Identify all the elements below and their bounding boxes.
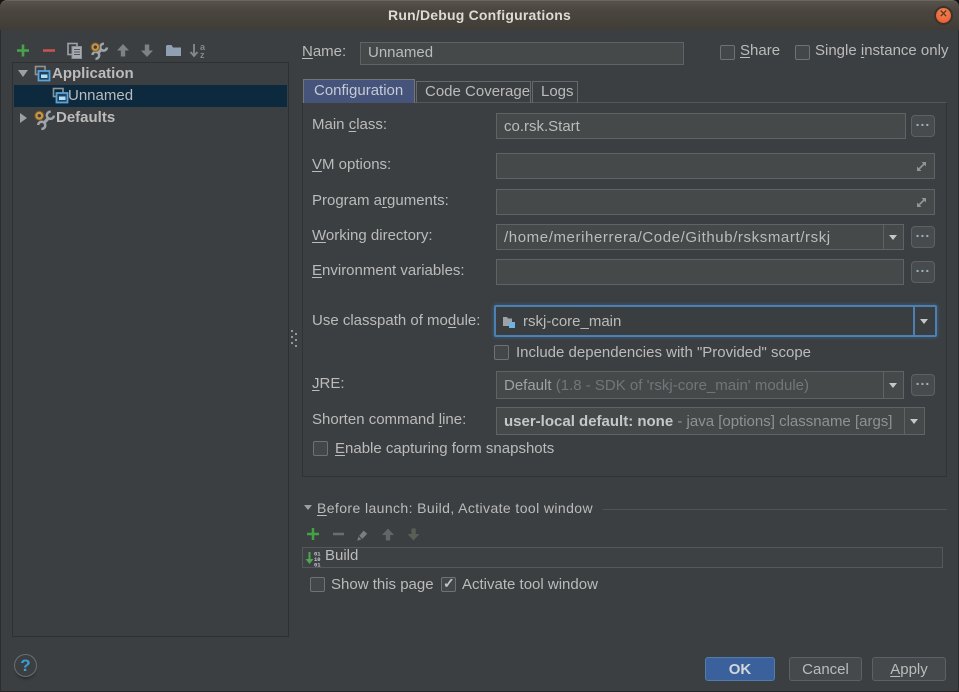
svg-text:z: z bbox=[200, 50, 205, 60]
svg-text:01: 01 bbox=[314, 562, 321, 568]
